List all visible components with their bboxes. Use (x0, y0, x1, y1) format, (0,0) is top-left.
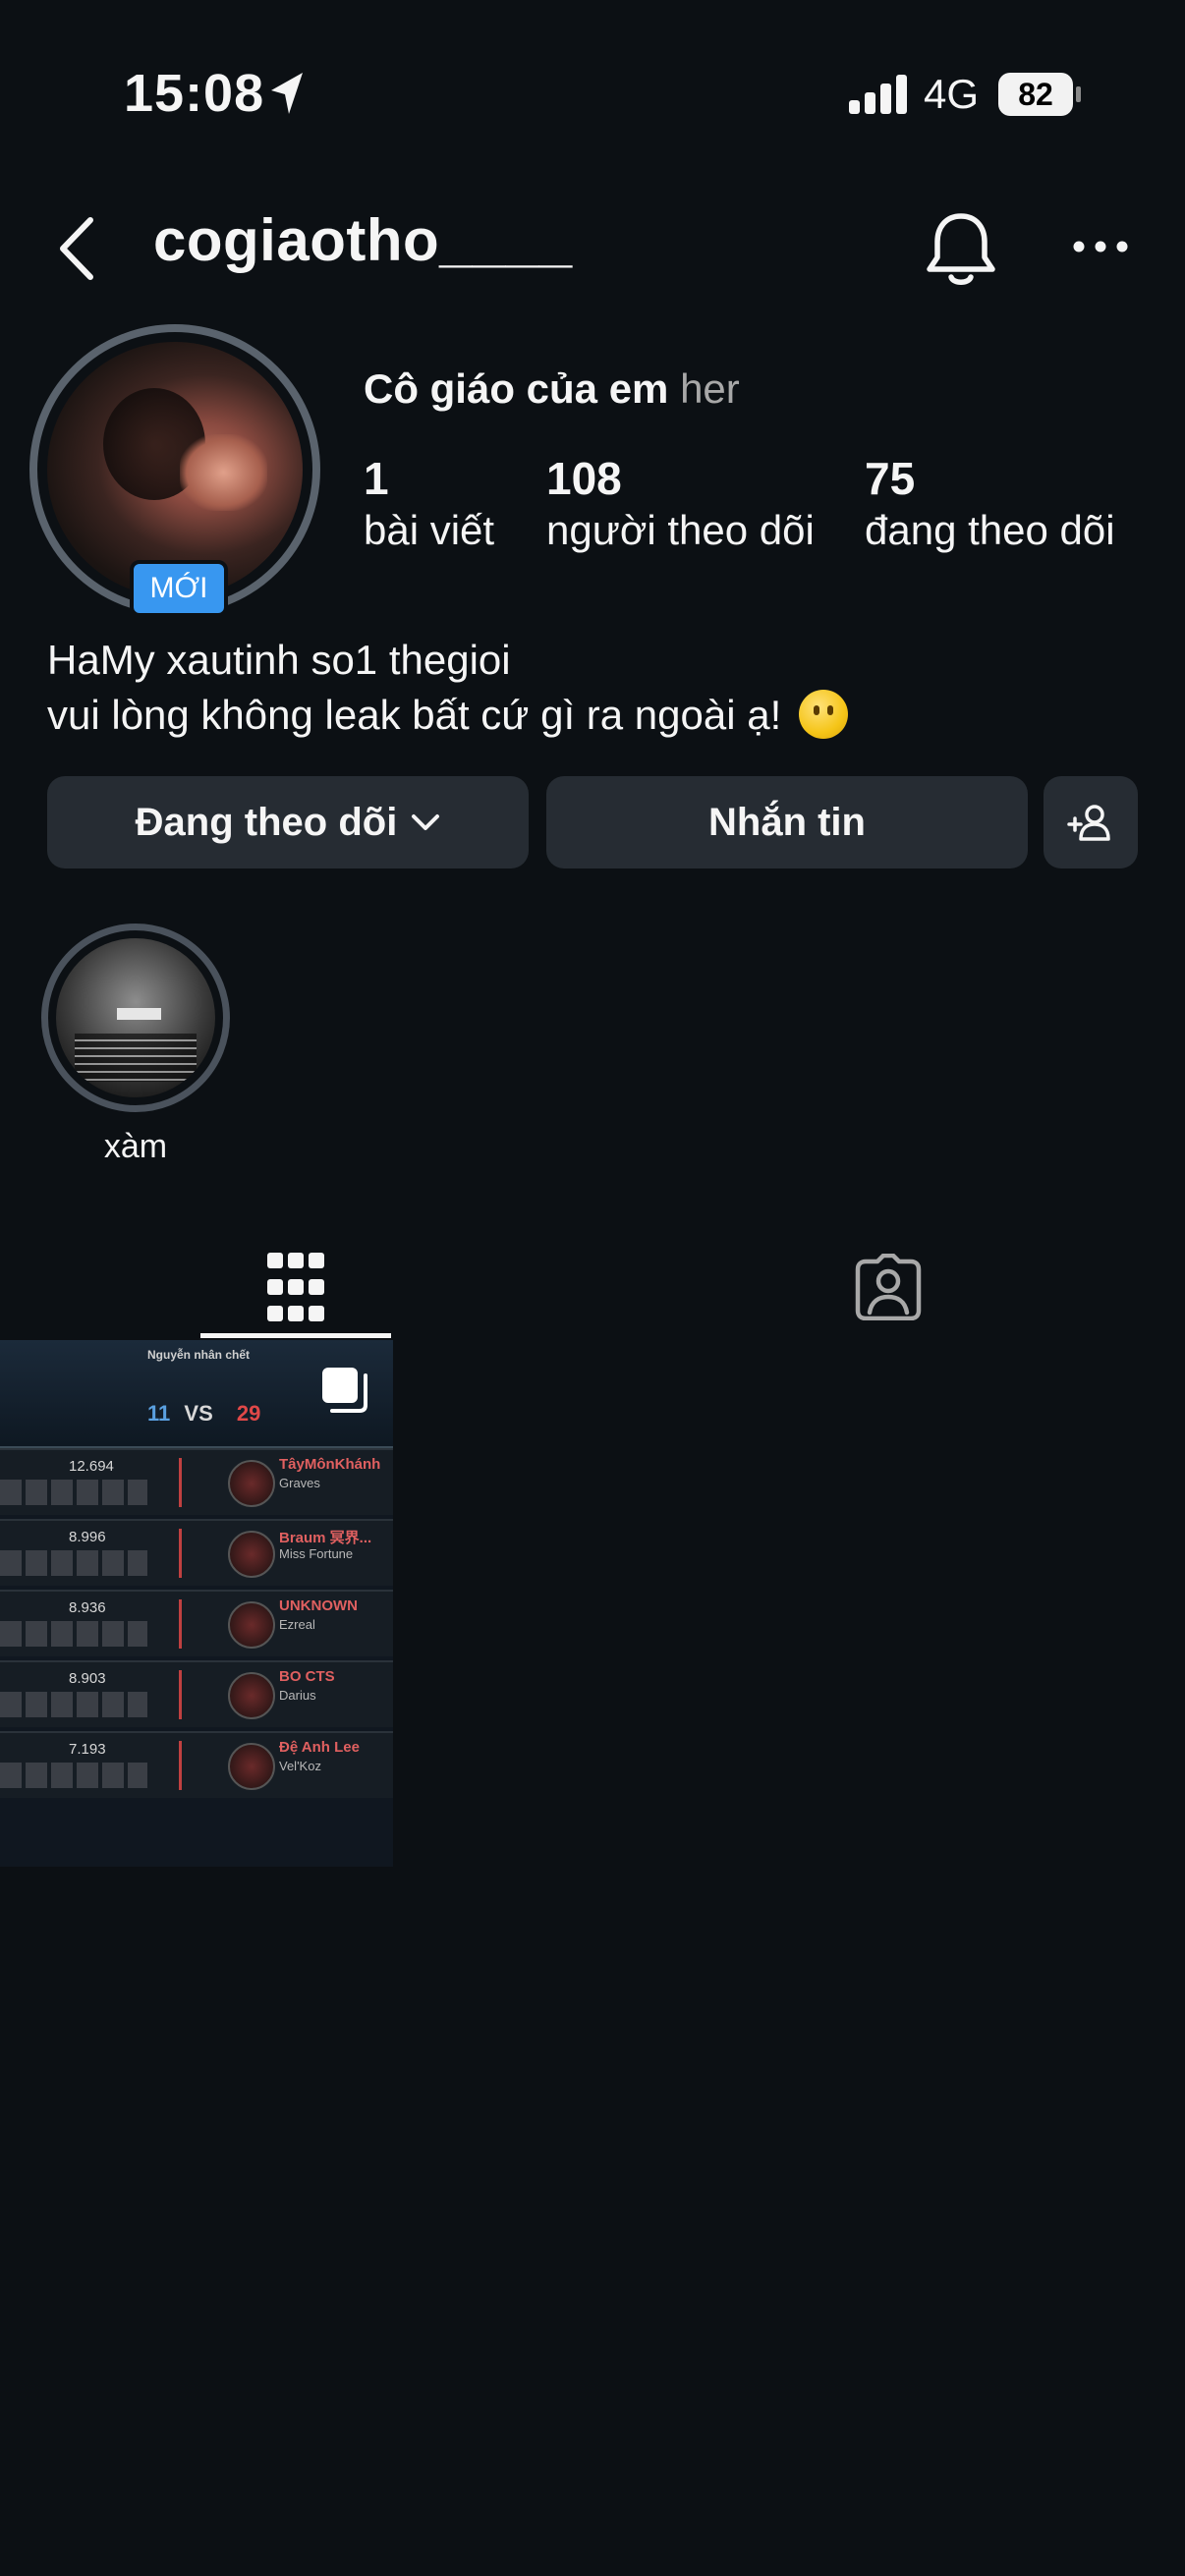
following-button-label: Đang theo dõi (135, 800, 398, 844)
post-row-champ: Darius (279, 1688, 316, 1703)
following-count[interactable]: 75 (865, 452, 915, 505)
active-tab-indicator (200, 1333, 391, 1338)
followers-count[interactable]: 108 (546, 452, 622, 505)
post-row-name: Braum 冥界... (279, 1530, 372, 1546)
status-time: 15:08 (124, 64, 265, 123)
posts-label: bài viết (364, 507, 495, 553)
notification-bell-icon[interactable] (924, 208, 998, 287)
display-name-text: Cô giáo của em (364, 365, 669, 412)
following-button[interactable]: Đang theo dõi (47, 776, 529, 868)
post-row-champ: Miss Fortune (279, 1546, 354, 1561)
chevron-down-icon (412, 814, 440, 830)
post-row-gold: 8.903 (69, 1670, 106, 1687)
suggested-people-button[interactable] (1044, 776, 1138, 868)
post-row-gold: 12.694 (69, 1458, 114, 1475)
post-row-name: TâyMônKhánh (279, 1456, 381, 1473)
post-row-name: BO CTS (279, 1668, 335, 1685)
multiple-images-icon (322, 1368, 367, 1413)
following-label[interactable]: đang theo dõi (865, 507, 1115, 554)
post-row-name: UNKNOWN (279, 1597, 358, 1614)
post-row: 8.903 BO CTS Darius (0, 1660, 393, 1727)
message-button-label: Nhắn tin (708, 800, 866, 844)
pronoun: her (680, 365, 740, 412)
tab-posts-grid[interactable] (200, 1228, 391, 1346)
back-arrow-icon[interactable] (57, 214, 96, 283)
highlight-cover (56, 938, 215, 1097)
posts-count: 1 (364, 453, 389, 504)
post-cause-text: Nguyễn nhân chết (147, 1348, 251, 1362)
bio-line: HaMy xautinh so1 thegioi (47, 637, 511, 683)
post-row: 12.694 TâyMônKhánh Graves (0, 1448, 393, 1515)
add-person-icon (1067, 805, 1110, 841)
post-row-gold: 8.996 (69, 1529, 106, 1545)
post-score: 11 VS 29 (147, 1401, 260, 1427)
post-score-blue: 11 (147, 1401, 171, 1426)
tagged-person-icon (855, 1254, 922, 1320)
post-row: 8.936 UNKNOWN Ezreal (0, 1590, 393, 1656)
display-name: Cô giáo của em her (364, 365, 740, 413)
smiley-emoji-icon (798, 690, 848, 739)
profile-username: cogiaotho____ (153, 207, 573, 273)
signal-icon (849, 75, 907, 114)
post-row-gold: 8.936 (69, 1599, 106, 1616)
post-row: 7.193 Đệ Anh Lee Vel'Koz (0, 1731, 393, 1798)
battery-icon: 82 (998, 73, 1081, 116)
post-score-vs: VS (184, 1401, 213, 1426)
highlight-label[interactable]: xàm (41, 1128, 230, 1166)
avatar-image (47, 342, 303, 597)
followers-label[interactable]: người theo dõi (546, 507, 815, 554)
battery-level: 82 (998, 73, 1073, 116)
post-row-gold: 7.193 (69, 1741, 106, 1758)
post-row-champ: Ezreal (279, 1617, 315, 1632)
post-row-name: Đệ Anh Lee (279, 1739, 360, 1756)
post-row-champ: Graves (279, 1476, 320, 1490)
grid-icon (267, 1253, 324, 1321)
post-row-champ: Vel'Koz (279, 1759, 321, 1773)
network-type: 4G (924, 71, 980, 117)
post-thumbnail[interactable]: Nguyễn nhân chết 11 VS 29 12.694 TâyMônK… (0, 1340, 393, 1867)
tab-tagged[interactable] (790, 1228, 987, 1346)
post-score-red: 29 (236, 1401, 261, 1426)
post-row: 8.996 Braum 冥界... Miss Fortune (0, 1519, 393, 1586)
more-options-icon[interactable] (1071, 234, 1130, 259)
bio-line-text: vui lòng không leak bất cứ gì ra ngoài ạ… (47, 692, 782, 738)
bio-line: vui lòng không leak bất cứ gì ra ngoài ạ… (47, 688, 848, 743)
message-button[interactable]: Nhắn tin (546, 776, 1028, 868)
new-story-badge: MỚI (130, 560, 228, 617)
story-highlight[interactable] (41, 924, 230, 1112)
location-arrow-icon (271, 73, 303, 114)
